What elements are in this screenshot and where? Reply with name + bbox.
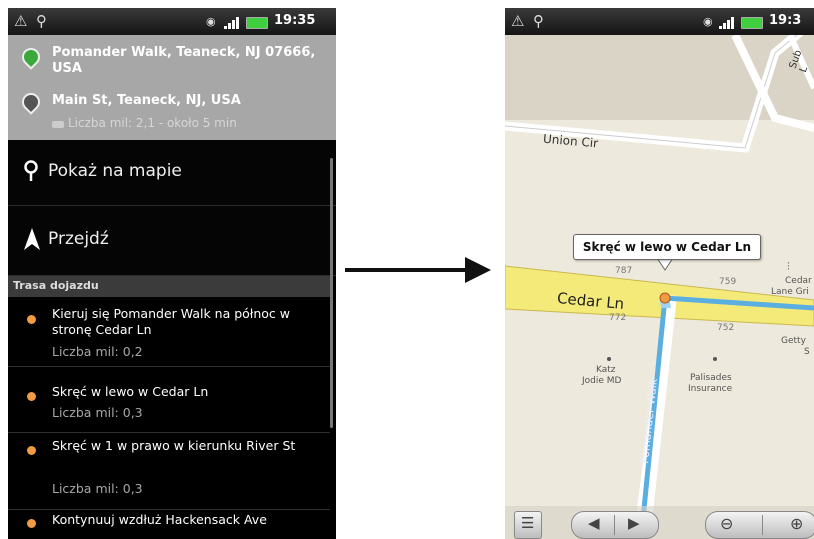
wifi-icon: ◉ <box>703 15 713 28</box>
origin-address: Pomander Walk, Teaneck, NJ 07666, USA <box>52 45 316 76</box>
next-step-icon[interactable]: ▶ <box>628 514 640 532</box>
section-title: Trasa dojazdu <box>13 279 99 292</box>
zoom-buttons: ⊖ ⊕ <box>705 511 814 539</box>
list-icon: ☰ <box>521 514 535 532</box>
turn-instruction-bubble[interactable]: Skręć w lewo w Cedar Ln <box>573 234 761 260</box>
directions-screen: ⚠ ⚲ ◉ 19:35 Pomander Walk, Teaneck, NJ 0… <box>8 8 336 539</box>
wifi-icon: ◉ <box>206 15 216 28</box>
usb-icon: ⚲ <box>533 12 544 30</box>
step-dot-icon <box>27 392 36 401</box>
step-distance: Liczba mil: 0,3 <box>52 405 143 420</box>
step-text: Skręć w lewo w Cedar Ln <box>52 384 209 399</box>
step-text: Skręć w 1 w prawo w kierunku River St <box>52 438 296 453</box>
route-header: Pomander Walk, Teaneck, NJ 07666, USA Ma… <box>8 35 336 140</box>
zoom-in-icon[interactable]: ⊕ <box>790 514 803 533</box>
warning-icon: ⚠ <box>14 12 28 30</box>
poi-label: Jodie MD <box>582 376 622 386</box>
destination-pin-icon <box>18 89 44 115</box>
directions-section-header: Trasa dojazdu <box>8 276 330 297</box>
scrollbar[interactable] <box>330 158 333 428</box>
origin-pin-icon <box>18 44 44 70</box>
car-icon <box>52 121 64 128</box>
destination-address: Main St, Teaneck, NJ, USA <box>52 93 241 108</box>
zoom-out-icon[interactable]: ⊖ <box>720 514 733 533</box>
status-bar: ⚠ ⚲ ◉ 19:3 <box>505 8 814 35</box>
show-on-map-label: Pokaż na mapie <box>48 161 182 181</box>
address-number: 772 <box>609 313 627 323</box>
navigation-arrow-icon <box>24 228 40 250</box>
navigate-label: Przejdź <box>48 229 109 249</box>
transition-arrow-icon <box>345 257 491 283</box>
step-dot-icon <box>27 446 36 455</box>
clock: 19:35 <box>274 13 316 28</box>
step-dot-icon <box>27 519 36 528</box>
signal-icon <box>224 15 242 29</box>
direction-step[interactable]: Kieruj się Pomander Walk na północ w str… <box>8 298 330 367</box>
step-distance: Liczba mil: 0,2 <box>52 344 143 359</box>
route-summary: Liczba mil: 2,1 - około 5 min <box>68 116 237 130</box>
navigate-button[interactable]: Przejdź <box>8 206 336 276</box>
address-number: 752 <box>717 323 735 333</box>
usb-icon: ⚲ <box>36 12 47 30</box>
poi-label: Getty <box>781 336 806 346</box>
status-bar: ⚠ ⚲ ◉ 19:35 <box>8 8 336 35</box>
address-number: 759 <box>719 277 737 287</box>
direction-step[interactable]: Kontynuuj wzdłuż Hackensack Ave <box>8 510 330 539</box>
poi-label: Palisades <box>690 373 732 383</box>
show-on-map-button[interactable]: Pokaż na mapie <box>8 140 336 206</box>
clock: 19:3 <box>769 13 802 28</box>
restaurant-icon: ⫶ <box>787 260 790 273</box>
warning-icon: ⚠ <box>511 12 525 30</box>
directions-list-button[interactable]: ☰ <box>514 511 542 539</box>
step-text: Kieruj się Pomander Walk na północ w str… <box>52 306 290 337</box>
step-navigation-buttons: ◀ ▶ <box>571 511 659 539</box>
direction-step[interactable]: Skręć w lewo w Cedar Ln Liczba mil: 0,3 <box>8 367 330 433</box>
poi-label: Insurance <box>688 384 733 394</box>
poi-label: Cedar <box>785 276 812 286</box>
poi-label: S <box>804 347 810 357</box>
battery-icon <box>246 17 268 29</box>
previous-step-icon[interactable]: ◀ <box>588 514 600 532</box>
direction-step[interactable]: Skręć w 1 w prawo w kierunku River St Li… <box>8 433 330 510</box>
address-number: 787 <box>615 266 633 276</box>
battery-icon <box>741 17 763 29</box>
poi-label: Lane Gri <box>771 287 809 297</box>
step-dot-icon <box>27 315 36 324</box>
step-distance: Liczba mil: 0,3 <box>52 481 143 496</box>
step-text: Kontynuuj wzdłuż Hackensack Ave <box>52 512 267 527</box>
map-pin-icon <box>24 160 38 181</box>
signal-icon <box>719 15 737 29</box>
map-screen: ⚠ ⚲ ◉ 19:3 Union Cir Sub L Cedar Ln 787 … <box>505 8 814 539</box>
map-canvas[interactable] <box>505 8 814 539</box>
poi-label: Katz <box>596 365 616 375</box>
